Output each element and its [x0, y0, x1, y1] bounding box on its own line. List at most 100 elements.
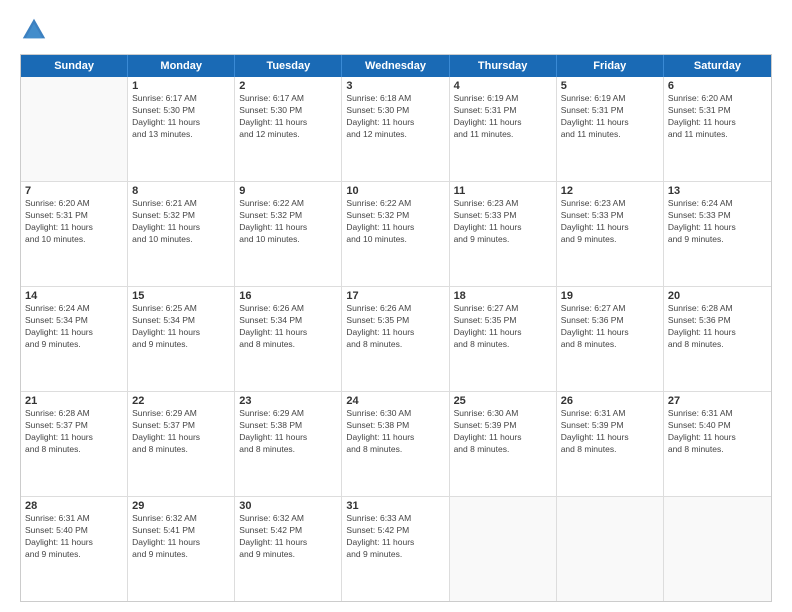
cal-cell: 22Sunrise: 6:29 AM Sunset: 5:37 PM Dayli…	[128, 392, 235, 496]
day-info: Sunrise: 6:20 AM Sunset: 5:31 PM Dayligh…	[668, 93, 767, 141]
cal-cell: 27Sunrise: 6:31 AM Sunset: 5:40 PM Dayli…	[664, 392, 771, 496]
cal-cell: 8Sunrise: 6:21 AM Sunset: 5:32 PM Daylig…	[128, 182, 235, 286]
day-number: 22	[132, 395, 230, 407]
day-info: Sunrise: 6:24 AM Sunset: 5:34 PM Dayligh…	[25, 303, 123, 351]
day-info: Sunrise: 6:27 AM Sunset: 5:36 PM Dayligh…	[561, 303, 659, 351]
day-number: 21	[25, 395, 123, 407]
day-info: Sunrise: 6:21 AM Sunset: 5:32 PM Dayligh…	[132, 198, 230, 246]
day-info: Sunrise: 6:26 AM Sunset: 5:35 PM Dayligh…	[346, 303, 444, 351]
day-number: 6	[668, 80, 767, 92]
day-number: 10	[346, 185, 444, 197]
cal-cell: 1Sunrise: 6:17 AM Sunset: 5:30 PM Daylig…	[128, 77, 235, 181]
day-info: Sunrise: 6:19 AM Sunset: 5:31 PM Dayligh…	[561, 93, 659, 141]
day-number: 5	[561, 80, 659, 92]
logo	[20, 16, 52, 44]
cal-cell	[664, 497, 771, 601]
cal-cell: 16Sunrise: 6:26 AM Sunset: 5:34 PM Dayli…	[235, 287, 342, 391]
day-info: Sunrise: 6:33 AM Sunset: 5:42 PM Dayligh…	[346, 513, 444, 561]
day-info: Sunrise: 6:32 AM Sunset: 5:41 PM Dayligh…	[132, 513, 230, 561]
day-number: 13	[668, 185, 767, 197]
day-info: Sunrise: 6:31 AM Sunset: 5:40 PM Dayligh…	[668, 408, 767, 456]
cal-header-saturday: Saturday	[664, 55, 771, 77]
cal-header-sunday: Sunday	[21, 55, 128, 77]
day-number: 7	[25, 185, 123, 197]
day-number: 27	[668, 395, 767, 407]
day-number: 14	[25, 290, 123, 302]
day-number: 24	[346, 395, 444, 407]
day-info: Sunrise: 6:17 AM Sunset: 5:30 PM Dayligh…	[132, 93, 230, 141]
cal-cell: 17Sunrise: 6:26 AM Sunset: 5:35 PM Dayli…	[342, 287, 449, 391]
day-number: 20	[668, 290, 767, 302]
day-number: 17	[346, 290, 444, 302]
cal-cell: 6Sunrise: 6:20 AM Sunset: 5:31 PM Daylig…	[664, 77, 771, 181]
day-info: Sunrise: 6:23 AM Sunset: 5:33 PM Dayligh…	[561, 198, 659, 246]
cal-cell: 18Sunrise: 6:27 AM Sunset: 5:35 PM Dayli…	[450, 287, 557, 391]
day-info: Sunrise: 6:31 AM Sunset: 5:39 PM Dayligh…	[561, 408, 659, 456]
day-number: 31	[346, 500, 444, 512]
day-info: Sunrise: 6:20 AM Sunset: 5:31 PM Dayligh…	[25, 198, 123, 246]
cal-cell: 12Sunrise: 6:23 AM Sunset: 5:33 PM Dayli…	[557, 182, 664, 286]
cal-cell: 5Sunrise: 6:19 AM Sunset: 5:31 PM Daylig…	[557, 77, 664, 181]
day-info: Sunrise: 6:22 AM Sunset: 5:32 PM Dayligh…	[239, 198, 337, 246]
day-info: Sunrise: 6:26 AM Sunset: 5:34 PM Dayligh…	[239, 303, 337, 351]
cal-cell: 4Sunrise: 6:19 AM Sunset: 5:31 PM Daylig…	[450, 77, 557, 181]
day-info: Sunrise: 6:18 AM Sunset: 5:30 PM Dayligh…	[346, 93, 444, 141]
cal-cell: 14Sunrise: 6:24 AM Sunset: 5:34 PM Dayli…	[21, 287, 128, 391]
header	[20, 16, 772, 44]
day-info: Sunrise: 6:24 AM Sunset: 5:33 PM Dayligh…	[668, 198, 767, 246]
cal-cell: 3Sunrise: 6:18 AM Sunset: 5:30 PM Daylig…	[342, 77, 449, 181]
calendar-body: 1Sunrise: 6:17 AM Sunset: 5:30 PM Daylig…	[21, 77, 771, 601]
day-info: Sunrise: 6:17 AM Sunset: 5:30 PM Dayligh…	[239, 93, 337, 141]
cal-cell: 9Sunrise: 6:22 AM Sunset: 5:32 PM Daylig…	[235, 182, 342, 286]
cal-cell: 20Sunrise: 6:28 AM Sunset: 5:36 PM Dayli…	[664, 287, 771, 391]
day-number: 23	[239, 395, 337, 407]
day-number: 11	[454, 185, 552, 197]
cal-cell: 26Sunrise: 6:31 AM Sunset: 5:39 PM Dayli…	[557, 392, 664, 496]
day-info: Sunrise: 6:27 AM Sunset: 5:35 PM Dayligh…	[454, 303, 552, 351]
day-number: 29	[132, 500, 230, 512]
day-info: Sunrise: 6:29 AM Sunset: 5:37 PM Dayligh…	[132, 408, 230, 456]
cal-week-3: 14Sunrise: 6:24 AM Sunset: 5:34 PM Dayli…	[21, 287, 771, 392]
cal-cell: 29Sunrise: 6:32 AM Sunset: 5:41 PM Dayli…	[128, 497, 235, 601]
cal-cell: 25Sunrise: 6:30 AM Sunset: 5:39 PM Dayli…	[450, 392, 557, 496]
cal-cell: 28Sunrise: 6:31 AM Sunset: 5:40 PM Dayli…	[21, 497, 128, 601]
day-info: Sunrise: 6:19 AM Sunset: 5:31 PM Dayligh…	[454, 93, 552, 141]
cal-cell	[450, 497, 557, 601]
cal-cell: 24Sunrise: 6:30 AM Sunset: 5:38 PM Dayli…	[342, 392, 449, 496]
day-number: 28	[25, 500, 123, 512]
calendar: SundayMondayTuesdayWednesdayThursdayFrid…	[20, 54, 772, 602]
day-info: Sunrise: 6:25 AM Sunset: 5:34 PM Dayligh…	[132, 303, 230, 351]
day-number: 12	[561, 185, 659, 197]
day-number: 9	[239, 185, 337, 197]
cal-header-monday: Monday	[128, 55, 235, 77]
cal-week-4: 21Sunrise: 6:28 AM Sunset: 5:37 PM Dayli…	[21, 392, 771, 497]
day-info: Sunrise: 6:28 AM Sunset: 5:36 PM Dayligh…	[668, 303, 767, 351]
cal-cell	[21, 77, 128, 181]
cal-cell: 30Sunrise: 6:32 AM Sunset: 5:42 PM Dayli…	[235, 497, 342, 601]
day-info: Sunrise: 6:30 AM Sunset: 5:39 PM Dayligh…	[454, 408, 552, 456]
day-number: 4	[454, 80, 552, 92]
day-info: Sunrise: 6:30 AM Sunset: 5:38 PM Dayligh…	[346, 408, 444, 456]
day-number: 19	[561, 290, 659, 302]
day-number: 2	[239, 80, 337, 92]
logo-icon	[20, 16, 48, 44]
day-number: 16	[239, 290, 337, 302]
day-info: Sunrise: 6:28 AM Sunset: 5:37 PM Dayligh…	[25, 408, 123, 456]
cal-header-tuesday: Tuesday	[235, 55, 342, 77]
day-number: 8	[132, 185, 230, 197]
day-info: Sunrise: 6:32 AM Sunset: 5:42 PM Dayligh…	[239, 513, 337, 561]
cal-cell: 10Sunrise: 6:22 AM Sunset: 5:32 PM Dayli…	[342, 182, 449, 286]
day-number: 18	[454, 290, 552, 302]
day-info: Sunrise: 6:29 AM Sunset: 5:38 PM Dayligh…	[239, 408, 337, 456]
cal-header-wednesday: Wednesday	[342, 55, 449, 77]
day-number: 15	[132, 290, 230, 302]
day-number: 25	[454, 395, 552, 407]
cal-cell: 13Sunrise: 6:24 AM Sunset: 5:33 PM Dayli…	[664, 182, 771, 286]
day-number: 26	[561, 395, 659, 407]
cal-cell: 11Sunrise: 6:23 AM Sunset: 5:33 PM Dayli…	[450, 182, 557, 286]
day-info: Sunrise: 6:22 AM Sunset: 5:32 PM Dayligh…	[346, 198, 444, 246]
cal-cell: 2Sunrise: 6:17 AM Sunset: 5:30 PM Daylig…	[235, 77, 342, 181]
day-number: 1	[132, 80, 230, 92]
calendar-header: SundayMondayTuesdayWednesdayThursdayFrid…	[21, 55, 771, 77]
cal-header-friday: Friday	[557, 55, 664, 77]
